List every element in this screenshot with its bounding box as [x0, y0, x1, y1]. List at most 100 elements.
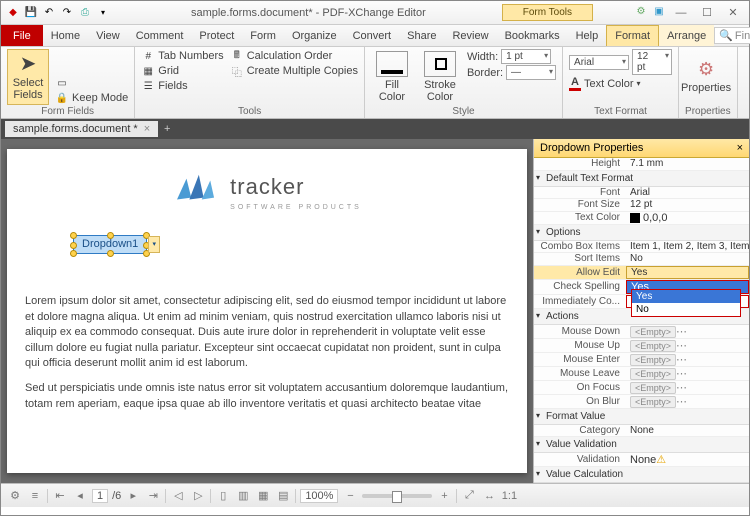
text-color-button[interactable]: AText Color▾ [569, 76, 672, 91]
find-icon: 🔍 [719, 29, 733, 42]
dropdown-field-selected[interactable]: Dropdown1 ▾ [73, 235, 147, 254]
panel-close-icon[interactable]: × [737, 142, 743, 154]
sb-prev-icon[interactable]: ◂ [72, 488, 88, 504]
prop-validation[interactable]: None⚠ [626, 453, 749, 466]
close-tab-icon[interactable]: × [144, 123, 150, 135]
find-box[interactable]: 🔍Find... [714, 27, 750, 44]
prop-allowedit-value[interactable]: Yes [626, 266, 749, 279]
sb-actual-icon[interactable]: 1:1 [501, 488, 517, 504]
prop-category[interactable]: None [626, 425, 749, 436]
sb-layout1-icon[interactable]: ▯ [215, 488, 231, 504]
fontsize-dropdown[interactable]: 12 pt [632, 49, 672, 75]
sb-layout4-icon[interactable]: ▤ [275, 488, 291, 504]
menu-review[interactable]: Review [444, 25, 496, 46]
menu-format[interactable]: Format [606, 25, 659, 46]
sb-fit-icon[interactable]: ⤢ [461, 488, 477, 504]
redo-icon[interactable]: ↷ [59, 5, 75, 21]
fill-color-button[interactable]: Fill Color [371, 49, 413, 105]
menu-help[interactable]: Help [568, 25, 607, 46]
sb-layout2-icon[interactable]: ▥ [235, 488, 251, 504]
section-value-calc[interactable]: Value Calculation [534, 467, 749, 483]
document-tabstrip: sample.forms.document *× + [1, 119, 749, 139]
sb-layers-icon[interactable]: ≡ [27, 488, 43, 504]
group-text-format: Text Format [569, 105, 672, 118]
sb-last-icon[interactable]: ⇥ [145, 488, 161, 504]
zoom-in-icon[interactable]: + [436, 488, 452, 504]
allowedit-dropdown-popup[interactable]: Yes No [631, 289, 741, 317]
prop-menter[interactable]: <Empty>⋯ [626, 353, 749, 366]
zoom-input[interactable]: 100% [300, 489, 338, 503]
scan-icon[interactable]: ⎙ [77, 5, 93, 21]
border-dropdown[interactable]: — [506, 65, 556, 80]
zoom-out-icon[interactable]: − [342, 488, 358, 504]
zoom-slider[interactable] [362, 494, 432, 498]
menu-convert[interactable]: Convert [345, 25, 400, 46]
section-options[interactable]: Options [534, 225, 749, 241]
menu-share[interactable]: Share [399, 25, 444, 46]
properties-button[interactable]: ⚙Properties [685, 49, 727, 105]
maximize-button[interactable]: ☐ [695, 4, 719, 22]
contextual-tab-label: Form Tools [502, 4, 593, 21]
prop-sort-value[interactable]: No [626, 253, 749, 264]
keep-mode-toggle[interactable]: 🔒Keep Mode [55, 91, 128, 105]
tab-numbers-toggle[interactable]: #Tab Numbers [141, 49, 223, 63]
sb-fitw-icon[interactable]: ↔ [481, 488, 497, 504]
page-number-input[interactable]: 1 [92, 489, 108, 503]
sb-first-icon[interactable]: ⇤ [52, 488, 68, 504]
multi-copies-button[interactable]: ⿻Create Multiple Copies [230, 64, 358, 78]
prop-mdown[interactable]: <Empty>⋯ [626, 325, 749, 338]
prop-height-value[interactable]: 7.1 mm [626, 158, 749, 169]
select-fields-button[interactable]: ➤Select Fields [7, 49, 49, 105]
section-default-text[interactable]: Default Text Format [534, 171, 749, 187]
prop-onfocus[interactable]: <Empty>⋯ [626, 381, 749, 394]
menu-arrange[interactable]: Arrange [659, 25, 714, 46]
calc-order-button[interactable]: 🖩Calculation Order [230, 49, 358, 63]
document-canvas[interactable]: tracker SOFTWARE PRODUCTS Dropdown1 ▾ Lo… [1, 139, 533, 483]
minimize-button[interactable]: — [669, 4, 693, 22]
menu-protect[interactable]: Protect [191, 25, 242, 46]
menu-comment[interactable]: Comment [128, 25, 192, 46]
width-dropdown[interactable]: 1 pt [501, 49, 551, 64]
menubar: File Home View Comment Protect Form Orga… [1, 25, 749, 47]
prop-onblur[interactable]: <Empty>⋯ [626, 395, 749, 408]
close-button[interactable]: ✕ [721, 4, 745, 22]
prop-mup[interactable]: <Empty>⋯ [626, 339, 749, 352]
menu-view[interactable]: View [88, 25, 128, 46]
dropdown-option-no[interactable]: No [632, 303, 740, 316]
dropdown-option-yes[interactable]: Yes [632, 290, 740, 303]
document-tab[interactable]: sample.forms.document *× [5, 121, 158, 137]
prop-textcolor-value[interactable]: 0,0,0 [626, 212, 749, 224]
qat-dropdown-icon[interactable]: ▾ [95, 5, 111, 21]
undo-icon[interactable]: ↶ [41, 5, 57, 21]
grid-toggle[interactable]: ▦Grid [141, 64, 223, 78]
prop-mleave[interactable]: <Empty>⋯ [626, 367, 749, 380]
field-type-icon[interactable]: ▭ [55, 76, 128, 90]
ribbon-toggle-icon[interactable]: ▣ [651, 4, 667, 20]
prop-fontsize-value[interactable]: 12 pt [626, 199, 749, 210]
font-dropdown[interactable]: Arial [569, 55, 629, 70]
options-icon[interactable]: ⚙ [633, 4, 649, 20]
quick-access-toolbar: ◆ 💾 ↶ ↷ ⎙ ▾ [1, 5, 115, 21]
prop-combo-value[interactable]: Item 1, Item 2, Item 3, Item 4, Item 5 [626, 241, 749, 252]
new-tab-button[interactable]: + [158, 123, 176, 135]
field-dropdown-icon[interactable]: ▾ [148, 236, 160, 253]
file-tab[interactable]: File [1, 25, 43, 46]
sb-nav2-icon[interactable]: ▷ [190, 488, 206, 504]
titlebar: ◆ 💾 ↶ ↷ ⎙ ▾ sample.forms.document* - PDF… [1, 1, 749, 25]
border-label: Border: [467, 67, 503, 79]
section-value-validation[interactable]: Value Validation [534, 437, 749, 453]
menu-form[interactable]: Form [242, 25, 284, 46]
group-style: Style [371, 105, 556, 118]
prop-font-value[interactable]: Arial [626, 187, 749, 198]
section-format-value[interactable]: Format Value [534, 409, 749, 425]
sb-layout3-icon[interactable]: ▦ [255, 488, 271, 504]
stroke-color-button[interactable]: Stroke Color [419, 49, 461, 105]
fields-button[interactable]: ☰Fields [141, 79, 223, 93]
menu-bookmarks[interactable]: Bookmarks [497, 25, 568, 46]
sb-nav1-icon[interactable]: ◁ [170, 488, 186, 504]
menu-organize[interactable]: Organize [284, 25, 345, 46]
menu-home[interactable]: Home [43, 25, 88, 46]
save-icon[interactable]: 💾 [23, 5, 39, 21]
sb-options-icon[interactable]: ⚙ [7, 488, 23, 504]
sb-next-icon[interactable]: ▸ [125, 488, 141, 504]
